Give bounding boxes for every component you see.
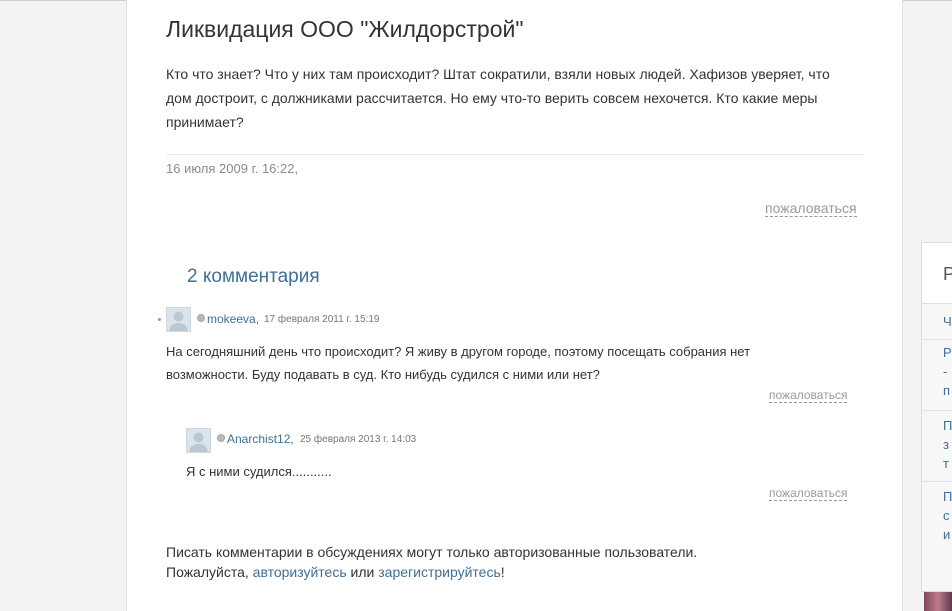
comment-text-line: Я с ними судился........... <box>186 464 332 479</box>
comment-text: Я с ними судился........... <box>186 460 786 483</box>
offline-status-icon <box>217 434 225 442</box>
sidebar-heading: Р <box>922 243 952 304</box>
comment-date: 25 февраля 2013 г. 14:03 <box>300 434 417 445</box>
auth-notice: Писать комментарии в обсуждениях могут т… <box>166 542 806 582</box>
auth-notice-prefix: Пожалуйста, <box>166 564 253 580</box>
sidebar-item-label: Р - п <box>943 345 952 398</box>
comment-text: На сегодняшний день что происходит? Я жи… <box>166 340 846 386</box>
post-body: Кто что знает? Что у них там происходит?… <box>166 62 866 134</box>
list-bullet <box>158 318 161 321</box>
sidebar-item-label: П с и <box>943 489 952 542</box>
sidebar-item-label: Ч <box>943 314 952 329</box>
report-comment-link[interactable]: пожаловаться <box>769 389 848 403</box>
sidebar-thumbnail-image[interactable] <box>924 592 952 611</box>
comment-author[interactable]: Anarchist12, <box>227 432 294 446</box>
avatar <box>166 307 191 332</box>
avatar <box>186 428 211 453</box>
login-link[interactable]: авторизуйтесь <box>253 564 347 580</box>
user-silhouette-icon <box>189 432 208 452</box>
sidebar-item[interactable]: П з т <box>922 411 952 482</box>
post-body-line: Кто что знает? Что у них там происходит?… <box>166 66 830 82</box>
post-date: 16 июля 2009 г. 16:22, <box>166 161 299 176</box>
post-title: Ликвидация ООО "Жилдорстрой" <box>166 16 524 42</box>
comment-author[interactable]: mokeeva, <box>207 312 259 326</box>
post-body-line: принимает? <box>166 114 244 130</box>
post-body-line: дом достроит, с должниками рассчитается.… <box>166 90 818 106</box>
auth-notice-line: Писать комментарии в обсуждениях могут т… <box>166 544 698 560</box>
sidebar-item[interactable]: Р - п <box>922 340 952 411</box>
sidebar-heading-text: Р <box>943 264 952 284</box>
comment-text-line: возможности. Буду подавать в суд. Кто ни… <box>166 367 600 382</box>
comment-text-line: На сегодняшний день что происходит? Я жи… <box>166 344 751 359</box>
auth-notice-suffix: ! <box>500 564 505 580</box>
sidebar-item[interactable]: Ч <box>922 304 952 340</box>
report-comment-link[interactable]: пожаловаться <box>769 487 848 501</box>
register-link[interactable]: зарегистрируйтесь <box>378 564 501 580</box>
main-content: Ликвидация ООО "Жилдорстрой" Кто что зна… <box>126 0 903 611</box>
user-silhouette-icon <box>169 311 188 331</box>
sidebar-item[interactable]: П с и <box>922 482 952 560</box>
comments-heading: 2 комментария <box>187 266 320 287</box>
report-post-link[interactable]: пожаловаться <box>765 201 857 217</box>
auth-notice-line: Пожалуйста, авторизуйтесь или зарегистри… <box>166 562 806 582</box>
sidebar-item-label: П з т <box>943 418 952 471</box>
auth-notice-middle: или <box>346 564 379 580</box>
post-divider <box>166 154 863 155</box>
comment-date: 17 февраля 2011 г. 15:19 <box>264 314 380 325</box>
offline-status-icon <box>197 314 205 322</box>
sidebar-widget: Р Ч Р - п П з т П с и <box>921 242 952 592</box>
